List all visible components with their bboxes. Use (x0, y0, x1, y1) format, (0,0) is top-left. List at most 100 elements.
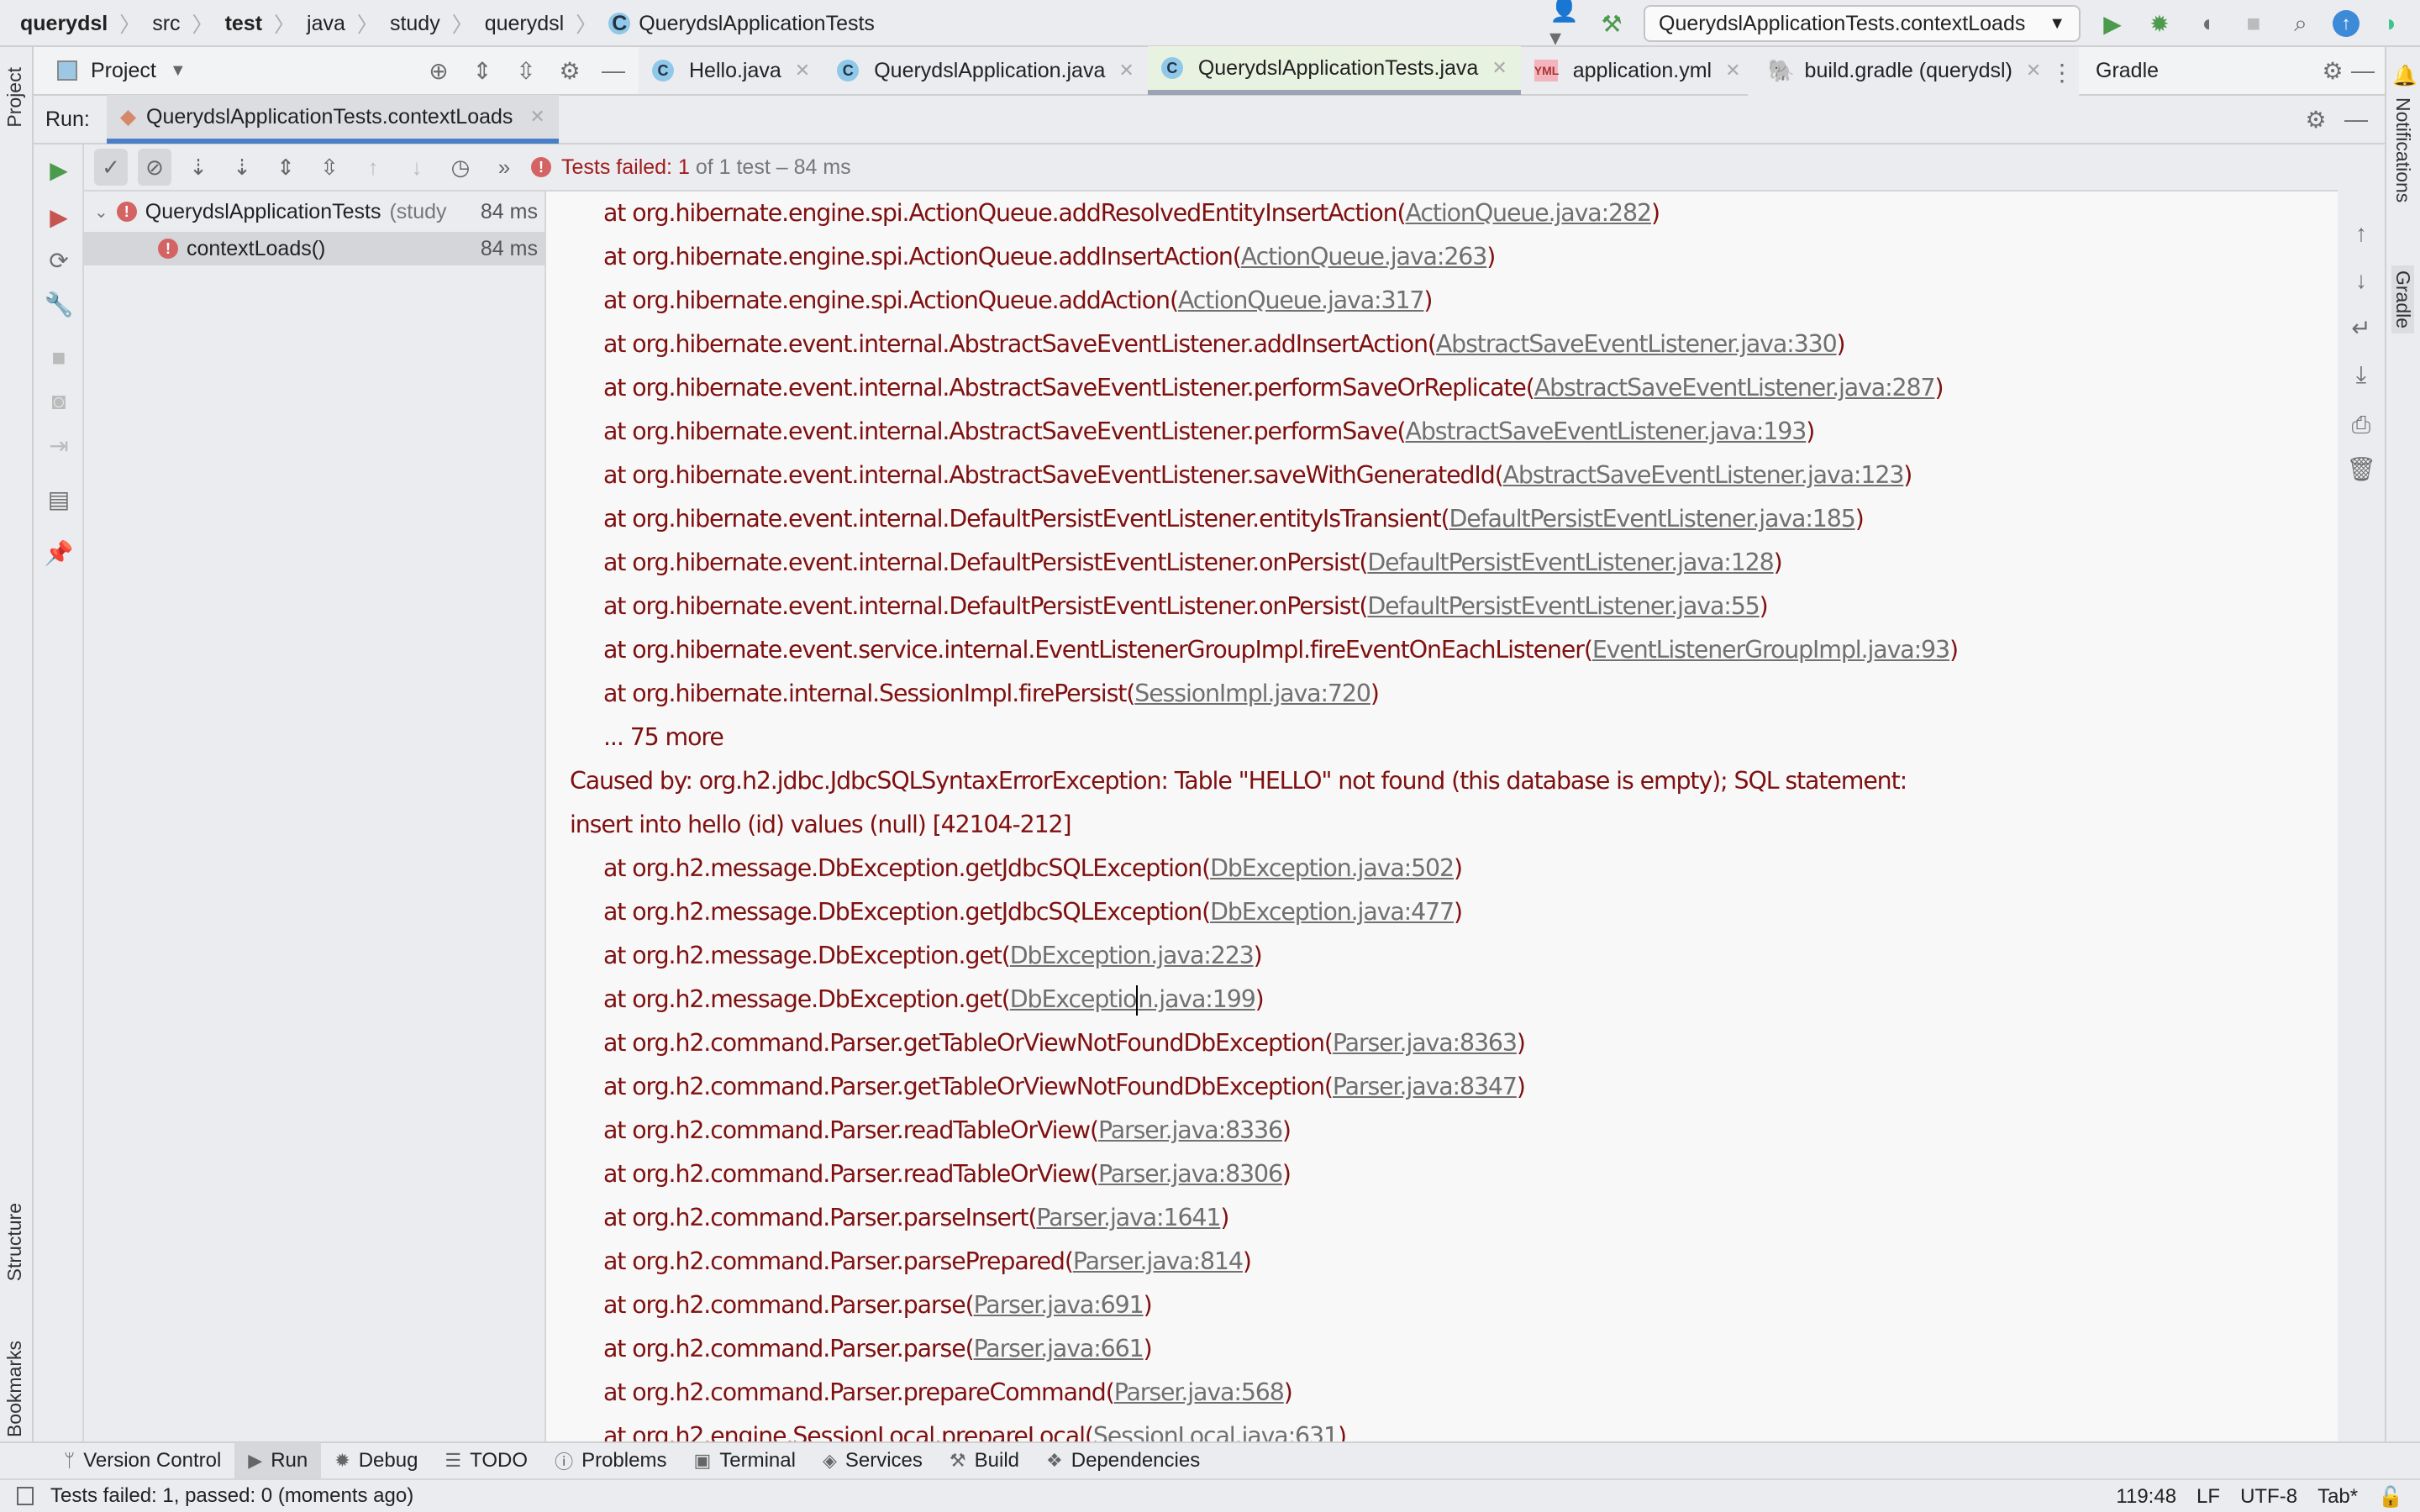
expand-all-icon[interactable]: ⇕ (269, 149, 302, 186)
status-message[interactable]: Tests failed: 1, passed: 0 (moments ago) (50, 1484, 413, 1508)
source-link[interactable]: Parser.java:1641 (1036, 1204, 1221, 1231)
tool-window-button[interactable]: ❖ Dependencies (1033, 1442, 1213, 1479)
breadcrumb-item[interactable]: java (307, 12, 345, 36)
sort-duration-icon[interactable]: ⇣ (225, 149, 259, 186)
source-link[interactable]: SessionImpl.java:720 (1134, 680, 1371, 707)
rerun-failed-icon[interactable]: ▶ (44, 202, 74, 232)
soft-wrap-icon[interactable]: ↵ (2346, 312, 2376, 343)
rerun-icon[interactable]: ▶ (44, 155, 74, 185)
editor-tab[interactable]: C Hello.java ✕ (639, 46, 823, 95)
breadcrumb-item[interactable]: querydsl (20, 12, 108, 36)
history-icon[interactable]: ◷ (444, 149, 477, 186)
show-passed-toggle[interactable]: ✓ (94, 149, 128, 186)
line-separator[interactable]: LF (2196, 1485, 2220, 1509)
breadcrumb-item[interactable]: study (390, 12, 440, 36)
update-icon[interactable]: ↑ (2333, 10, 2360, 37)
expand-all-icon[interactable]: ⇕ (467, 55, 497, 86)
user-icon[interactable]: 👤▾ (1549, 0, 1580, 50)
source-link[interactable]: AbstractSaveEventListener.java:330 (1436, 330, 1838, 358)
more-tabs-icon[interactable]: ⋮ (2047, 57, 2077, 87)
tool-window-button[interactable]: ▶ Run (234, 1442, 322, 1479)
run-tab[interactable]: ◆ QuerydslApplicationTests.contextLoads … (106, 95, 559, 144)
trash-icon[interactable]: 🗑 (2346, 454, 2376, 484)
next-failed-icon[interactable]: ↓ (400, 149, 434, 186)
tool-window-button[interactable]: ▣ Terminal (680, 1442, 809, 1479)
source-link[interactable]: Parser.java:8336 (1098, 1116, 1283, 1144)
editor-tab[interactable]: C QuerydslApplication.java ✕ (823, 46, 1148, 95)
collapse-all-icon[interactable]: ⇳ (313, 149, 346, 186)
source-link[interactable]: DbExceptio n.java:199 (1010, 985, 1256, 1016)
hide-icon[interactable]: — (2341, 104, 2371, 134)
gear-icon[interactable]: ⚙ (2317, 55, 2348, 86)
console-output[interactable]: at org.hibernate.engine.spi.ActionQueue.… (546, 192, 2338, 1441)
source-link[interactable]: Parser.java:8306 (1098, 1160, 1283, 1188)
source-link[interactable]: DbException.java:502 (1210, 854, 1455, 882)
print-icon[interactable]: ⎙ (2346, 410, 2376, 440)
layout-icon[interactable]: ▤ (44, 484, 74, 514)
close-icon[interactable]: ✕ (529, 106, 544, 128)
close-icon[interactable]: ✕ (795, 60, 810, 81)
breadcrumb-item[interactable]: src (152, 12, 180, 36)
source-link[interactable]: AbstractSaveEventListener.java:287 (1534, 374, 1936, 402)
coverage-icon[interactable]: ◖ (2191, 8, 2222, 39)
caret-position[interactable]: 119:48 (2116, 1485, 2176, 1509)
source-link[interactable]: ActionQueue.java:263 (1241, 243, 1488, 270)
more-icon[interactable]: » (487, 149, 521, 186)
project-view-selector[interactable]: Project (91, 59, 156, 83)
source-link[interactable]: Parser.java:661 (974, 1335, 1144, 1362)
arrow-down-icon[interactable]: ↓ (2346, 265, 2376, 296)
layout-toggle-icon[interactable] (17, 1487, 34, 1505)
chevron-down-icon[interactable]: ▼ (170, 61, 187, 81)
editor-tab[interactable]: 🐘 build.gradle (querydsl) ✕ (1754, 46, 2055, 95)
close-icon[interactable]: ✕ (1118, 60, 1134, 81)
close-icon[interactable]: ✕ (2026, 60, 2041, 81)
breadcrumb-item[interactable]: querydsl (485, 12, 565, 36)
source-link[interactable]: DefaultPersistEventListener.java:55 (1367, 592, 1760, 620)
exit-icon[interactable]: ⇥ (44, 430, 74, 460)
source-link[interactable]: AbstractSaveEventListener.java:123 (1503, 461, 1905, 489)
tool-window-button[interactable]: ◈ Services (809, 1442, 936, 1479)
breadcrumb-item[interactable]: QuerydslApplicationTests (639, 12, 875, 36)
project-tool-button[interactable]: Project (3, 67, 26, 128)
tool-window-button[interactable]: ᛘ Version Control (50, 1442, 234, 1479)
run-icon[interactable]: ▶ (2097, 8, 2128, 39)
tool-window-button[interactable]: ✹ Debug (321, 1442, 431, 1479)
chevron-down-icon[interactable]: ⌄ (94, 202, 108, 223)
breadcrumb-item[interactable]: test (225, 12, 262, 36)
wrench-icon[interactable]: 🔧 (44, 289, 74, 319)
hide-icon[interactable]: — (598, 55, 629, 86)
close-icon[interactable]: ✕ (1725, 60, 1740, 81)
show-ignored-toggle[interactable]: ⊘ (138, 149, 171, 186)
notifications-tool-button[interactable]: Notifications (2391, 97, 2414, 202)
source-link[interactable]: DefaultPersistEventListener.java:185 (1449, 505, 1855, 533)
source-link[interactable]: DbException.java:477 (1210, 898, 1455, 926)
test-method-node[interactable]: ! contextLoads() 84 ms (84, 232, 544, 265)
test-class-node[interactable]: ⌄ ! QuerydslApplicationTests (study 84 m… (84, 195, 544, 228)
stop-icon[interactable]: ■ (2238, 8, 2269, 39)
arrow-up-icon[interactable]: ↑ (2346, 218, 2376, 249)
jetbrains-icon[interactable]: ◗ (2376, 8, 2407, 39)
tool-window-button[interactable]: ⚒ Build (936, 1442, 1033, 1479)
collapse-all-icon[interactable]: ⇳ (511, 55, 541, 86)
structure-tool-button[interactable]: Structure (3, 1203, 26, 1281)
source-link[interactable]: Parser.java:814 (1073, 1247, 1244, 1275)
close-icon[interactable]: ✕ (1491, 57, 1507, 79)
source-link[interactable]: SessionLocal.java:631 (1093, 1422, 1339, 1441)
source-link[interactable]: AbstractSaveEventListener.java:193 (1406, 417, 1807, 445)
gradle-tool-button[interactable]: Gradle (2391, 265, 2414, 334)
locate-icon[interactable]: ⊕ (424, 55, 454, 86)
source-link[interactable]: DefaultPersistEventListener.java:128 (1367, 549, 1774, 576)
stop-icon[interactable]: ■ (44, 343, 74, 373)
tool-window-button[interactable]: ⓘ Problems (541, 1442, 680, 1479)
pin-icon[interactable]: 📌 (44, 538, 74, 568)
previous-failed-icon[interactable]: ↑ (356, 149, 390, 186)
scroll-to-end-icon[interactable]: ⤓ (2346, 360, 2376, 390)
source-link[interactable]: Parser.java:8347 (1333, 1073, 1518, 1100)
toggle-auto-test-icon[interactable]: ⟳ (44, 245, 74, 276)
run-config-selector[interactable]: QuerydslApplicationTests.contextLoads ▼ (1644, 5, 2081, 42)
indent-setting[interactable]: Tab* (2317, 1485, 2358, 1509)
source-link[interactable]: ActionQueue.java:317 (1178, 286, 1425, 314)
editor-tab[interactable]: C QuerydslApplicationTests.java ✕ (1147, 46, 1521, 95)
build-hammer-icon[interactable]: ⚒ (1597, 8, 1627, 39)
source-link[interactable]: Parser.java:691 (974, 1291, 1144, 1319)
